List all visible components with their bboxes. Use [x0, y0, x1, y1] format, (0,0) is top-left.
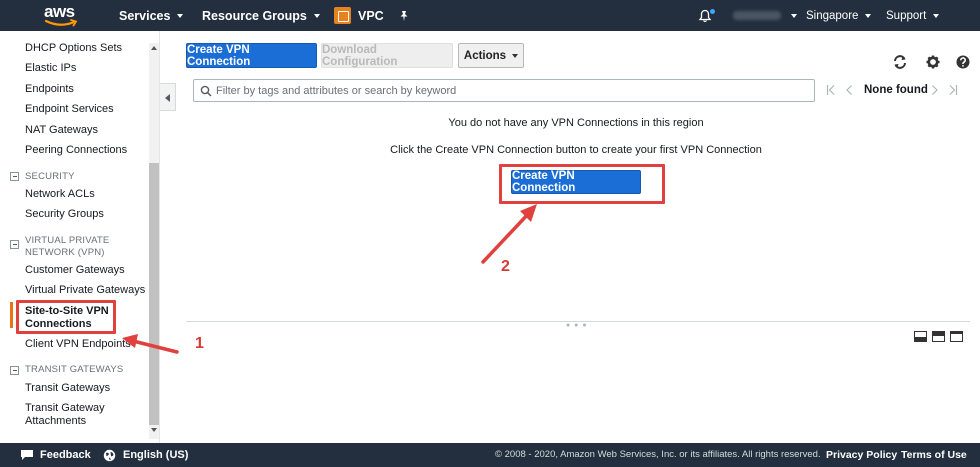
- annotation-number-1: 1: [195, 335, 204, 352]
- layout-split-pane-icon[interactable]: [932, 331, 945, 342]
- terms-of-use-link[interactable]: Terms of Use: [901, 443, 967, 467]
- speech-bubble-icon: [21, 450, 33, 460]
- footer: Feedback English (US) © 2008 - 2020, Ama…: [0, 443, 980, 467]
- annotation-number-2: 2: [501, 258, 510, 275]
- language-selector[interactable]: English (US): [103, 443, 188, 467]
- feedback-link[interactable]: Feedback: [20, 443, 91, 467]
- layout-full-pane-icon[interactable]: [950, 331, 963, 342]
- arrow-to-create-button: [481, 204, 537, 264]
- layout-bottom-pane-icon[interactable]: [914, 331, 927, 342]
- globe-icon: [103, 449, 116, 461]
- splitter-handle-icon[interactable]: ● ● ●: [566, 322, 588, 329]
- arrow-to-sidebar-item: [122, 334, 179, 354]
- annotation-arrows: [122, 204, 537, 354]
- copyright-text: © 2008 - 2020, Amazon Web Services, Inc.…: [495, 449, 821, 460]
- feedback-label: Feedback: [40, 449, 91, 461]
- language-label: English (US): [123, 449, 189, 461]
- privacy-policy-link[interactable]: Privacy Policy: [826, 443, 897, 467]
